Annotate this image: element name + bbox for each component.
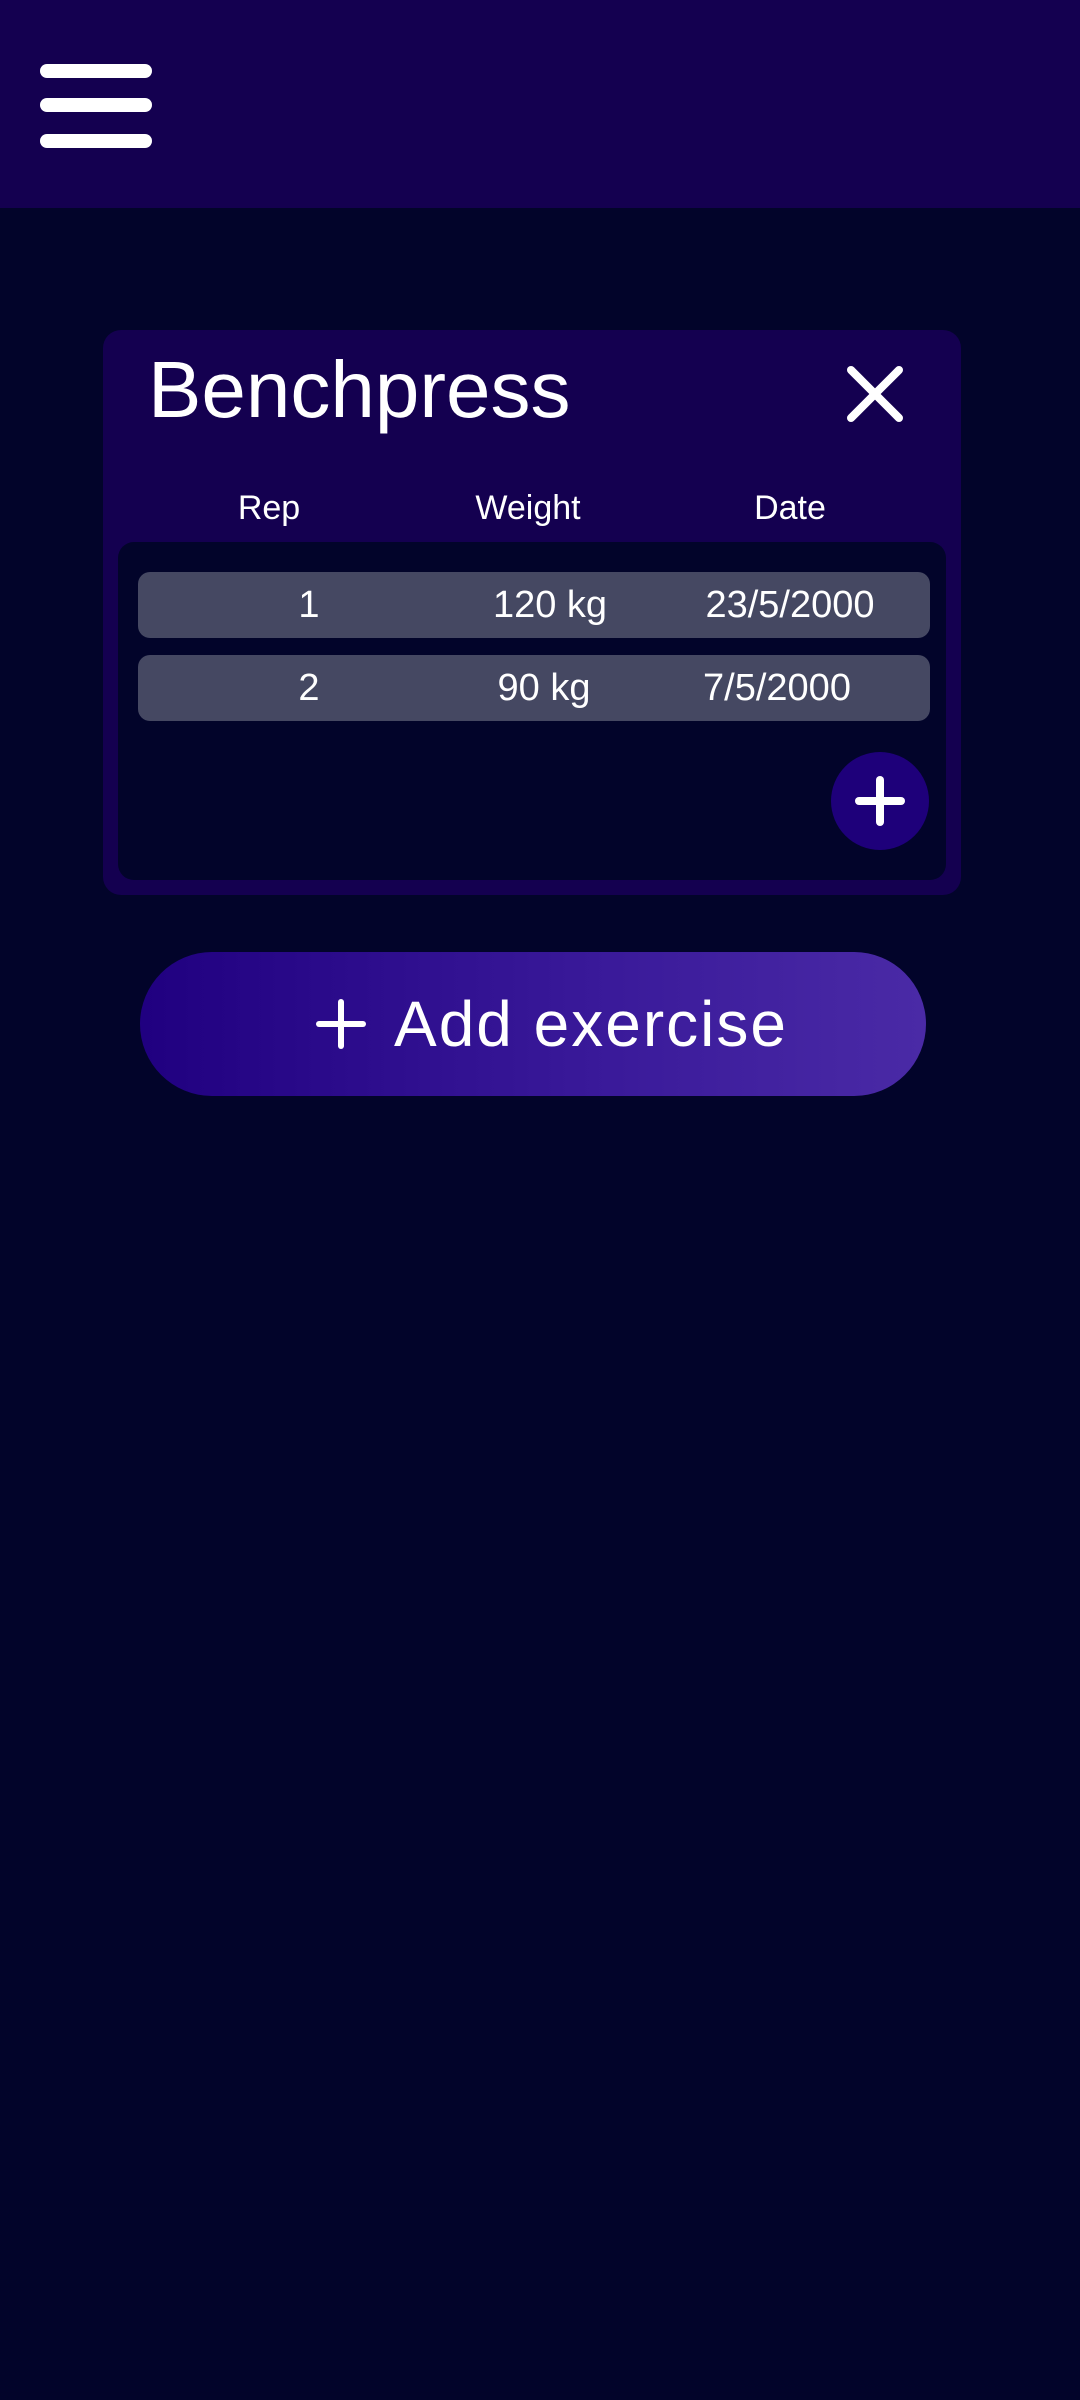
- set-weight: 90 kg: [497, 667, 591, 709]
- set-row[interactable]: 1 120 kg 23/5/2000: [138, 572, 930, 638]
- column-header-weight: Weight: [475, 489, 581, 527]
- add-set-button[interactable]: [831, 752, 929, 850]
- close-exercise-button[interactable]: [843, 362, 907, 426]
- exercise-card: Benchpress Rep Weight Date 1 120 kg 23/5…: [103, 330, 961, 895]
- set-weight: 120 kg: [492, 584, 608, 626]
- add-exercise-button[interactable]: Add exercise: [140, 952, 926, 1096]
- column-header-rep: Rep: [237, 489, 301, 527]
- app-bar: [0, 0, 1080, 208]
- set-rep: 2: [298, 667, 320, 709]
- set-date: 23/5/2000: [705, 584, 875, 626]
- menu-button[interactable]: [40, 60, 152, 152]
- plus-icon: [855, 776, 905, 826]
- exercise-title: Benchpress: [148, 345, 571, 434]
- column-header-date: Date: [754, 489, 826, 527]
- set-row[interactable]: 2 90 kg 7/5/2000: [138, 655, 930, 721]
- set-date: 7/5/2000: [703, 667, 851, 709]
- plus-icon: [316, 999, 366, 1049]
- close-icon: [847, 366, 903, 422]
- add-exercise-label: Add exercise: [394, 988, 788, 1060]
- sets-list: 1 120 kg 23/5/2000 2 90 kg 7/5/2000: [118, 542, 946, 880]
- set-rep: 1: [298, 584, 320, 626]
